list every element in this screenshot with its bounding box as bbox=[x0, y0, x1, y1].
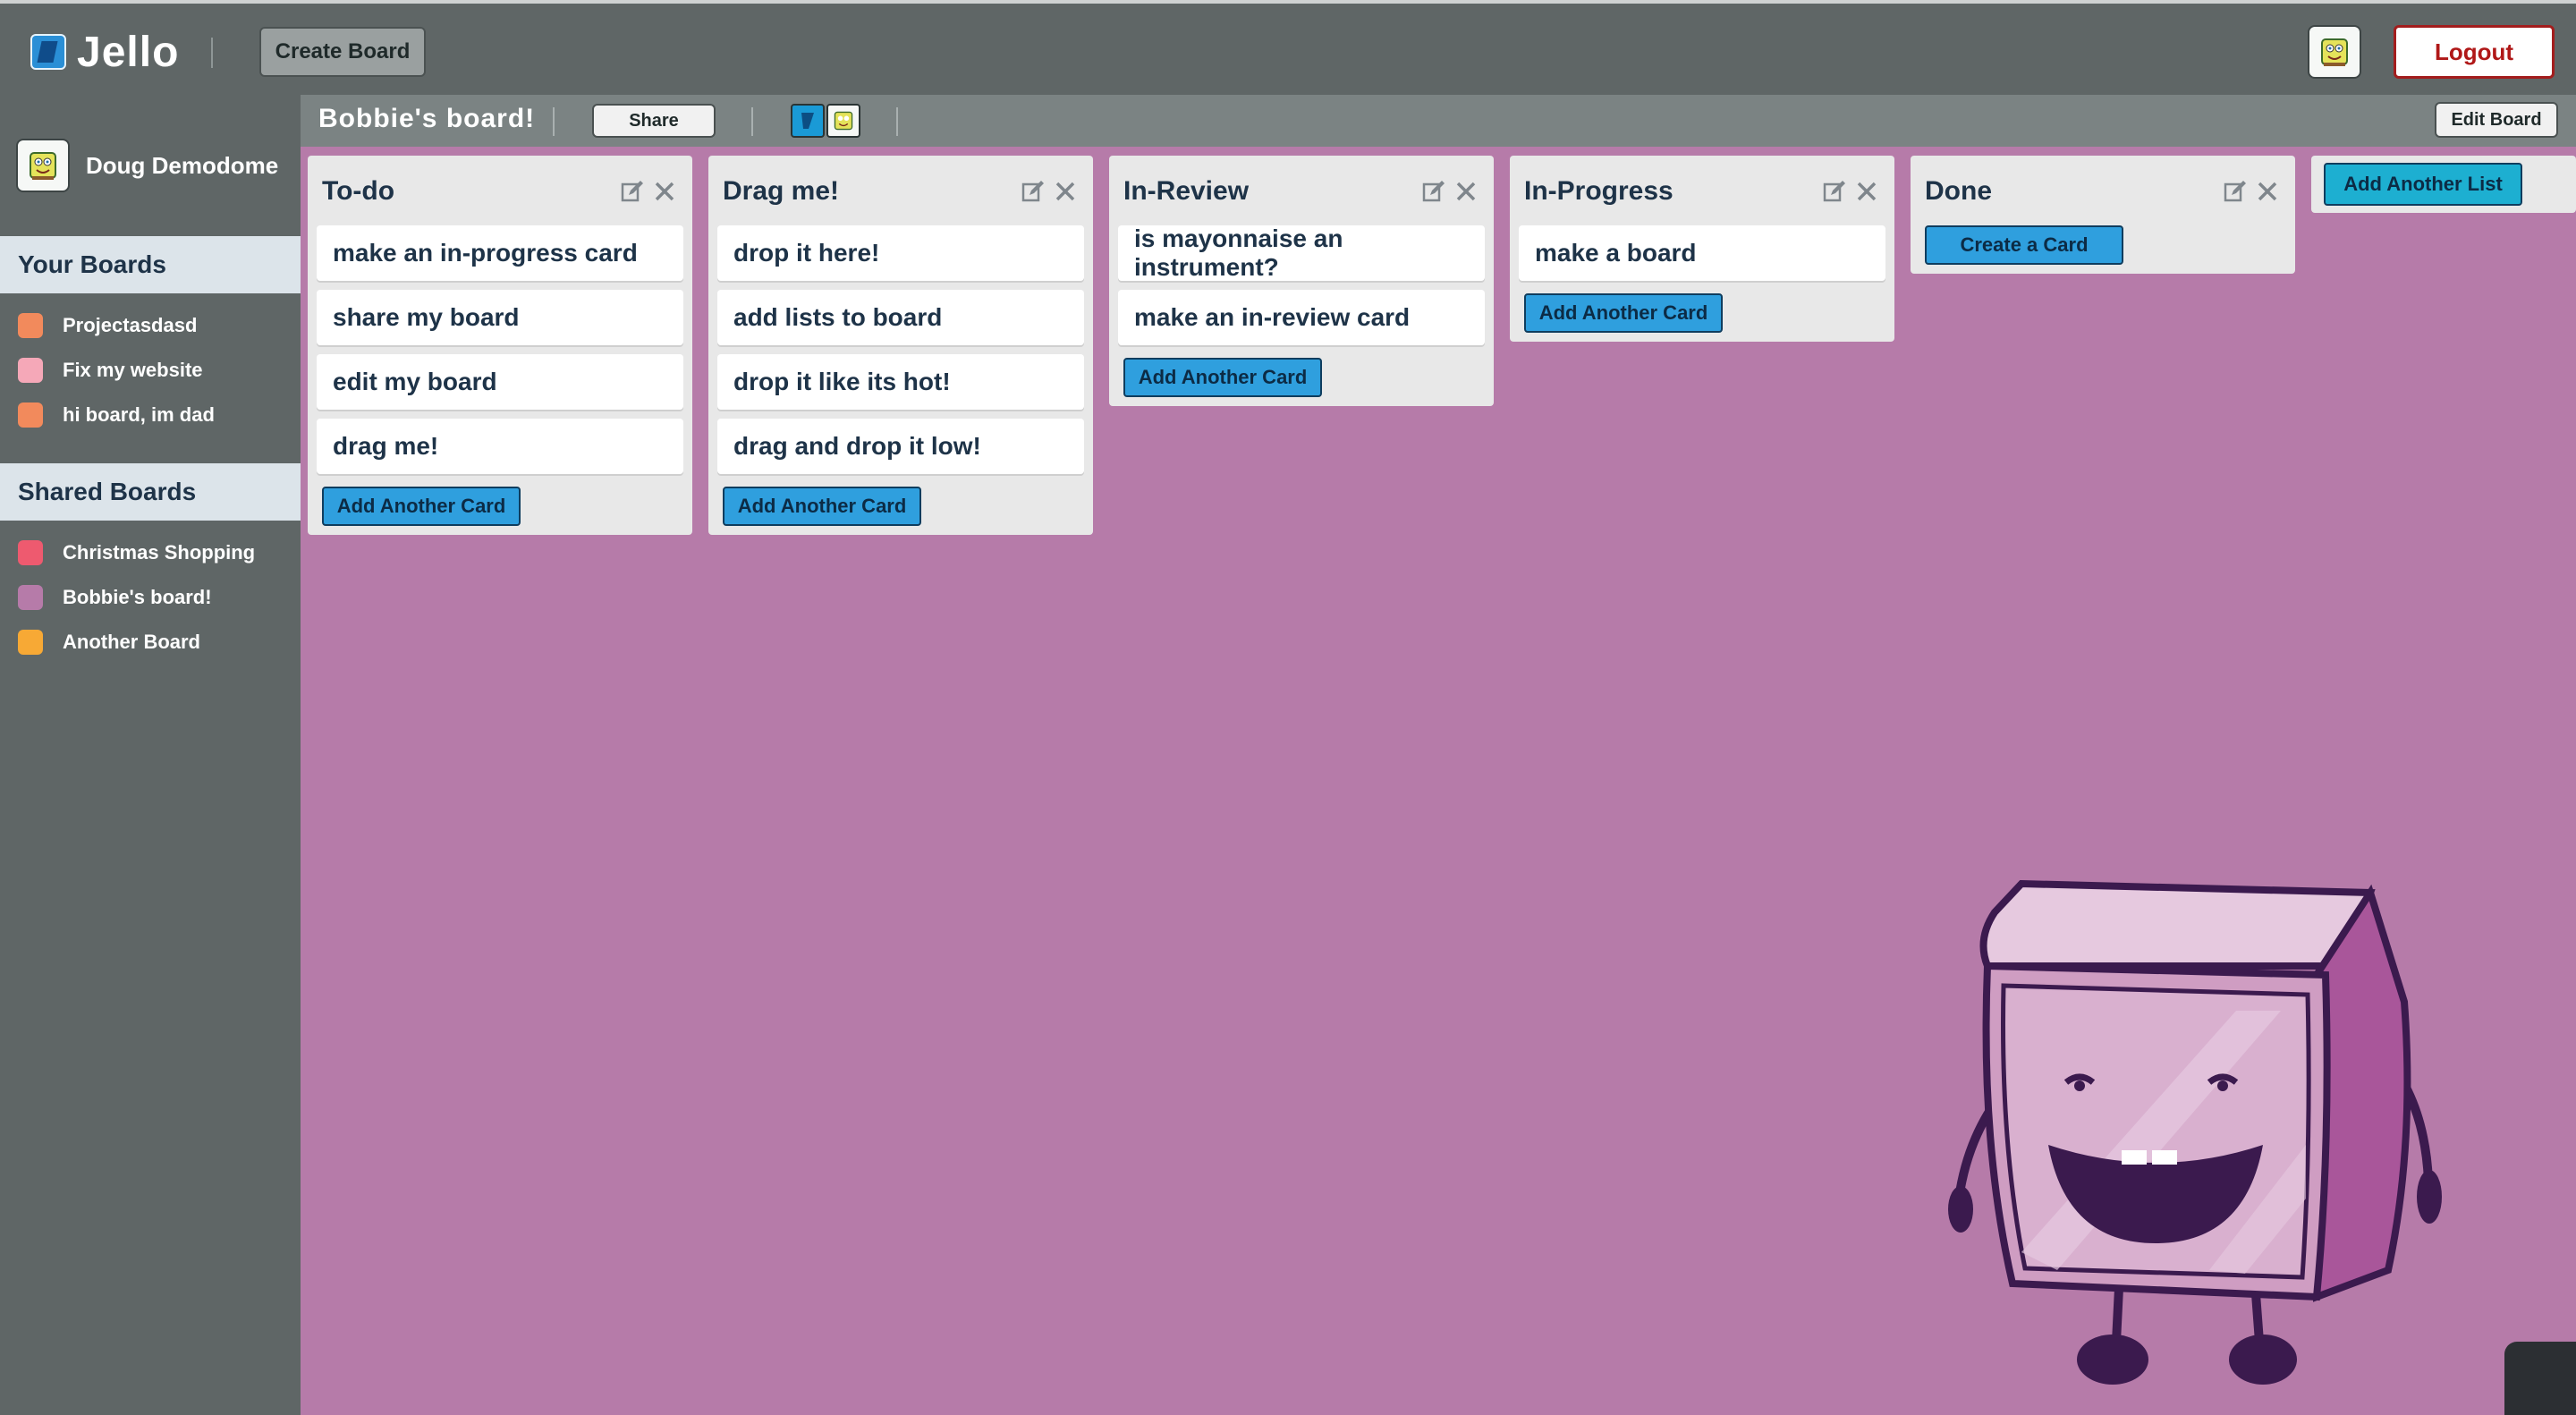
sidebar-board-hi-board[interactable]: hi board, im dad bbox=[18, 397, 215, 433]
divider bbox=[751, 107, 753, 136]
list-header: In-Review bbox=[1118, 166, 1485, 216]
board-color-swatch bbox=[18, 402, 43, 428]
your-boards-header: Your Boards bbox=[0, 236, 301, 293]
list-header: Done bbox=[1919, 166, 2286, 216]
create-card-button[interactable]: Create a Card bbox=[1925, 225, 2123, 265]
close-icon[interactable] bbox=[1052, 178, 1079, 205]
member-avatar[interactable] bbox=[791, 104, 825, 138]
app-name: Jello bbox=[77, 28, 180, 76]
board-link-label: Christmas Shopping bbox=[63, 541, 256, 563]
create-board-button[interactable]: Create Board bbox=[259, 27, 426, 77]
edit-icon[interactable] bbox=[1821, 178, 1848, 205]
member-avatar[interactable] bbox=[826, 104, 860, 138]
list-title: Done bbox=[1925, 176, 1992, 206]
chat-widget-corner[interactable] bbox=[2504, 1342, 2576, 1415]
board-title: Bobbie's board! bbox=[318, 104, 536, 133]
close-icon[interactable] bbox=[2254, 178, 2281, 205]
card[interactable]: add lists to board bbox=[717, 290, 1084, 345]
sponge-avatar-icon bbox=[30, 152, 56, 180]
sidebar-board-fix-my-website[interactable]: Fix my website bbox=[18, 352, 203, 388]
share-button[interactable]: Share bbox=[592, 104, 716, 138]
board-link-label: hi board, im dad bbox=[63, 403, 215, 426]
sponge-avatar-icon bbox=[834, 111, 853, 131]
list-tools bbox=[1821, 178, 1880, 205]
jello-mascot-illustration bbox=[1948, 879, 2442, 1385]
close-icon[interactable] bbox=[1453, 178, 1479, 205]
card[interactable]: edit my board bbox=[317, 354, 683, 410]
close-icon[interactable] bbox=[1853, 178, 1880, 205]
add-another-card-button[interactable]: Add Another Card bbox=[723, 487, 921, 526]
card[interactable]: drag me! bbox=[317, 419, 683, 474]
sidebar-board-projectasdasd[interactable]: Projectasdasd bbox=[18, 308, 197, 343]
board-link-label: Another Board bbox=[63, 631, 200, 653]
card[interactable]: make an in-progress card bbox=[317, 225, 683, 281]
sidebar: Doug Demodome Your Boards Projectasdasd … bbox=[0, 95, 301, 1415]
card[interactable]: drag and drop it low! bbox=[717, 419, 1084, 474]
edit-icon[interactable] bbox=[2222, 178, 2249, 205]
add-another-card-button[interactable]: Add Another Card bbox=[1123, 358, 1322, 397]
divider bbox=[896, 107, 898, 136]
divider bbox=[211, 38, 213, 68]
sidebar-board-christmas-shopping[interactable]: Christmas Shopping bbox=[18, 535, 255, 571]
edit-icon[interactable] bbox=[1420, 178, 1447, 205]
list-title: In-Progress bbox=[1524, 176, 1674, 206]
list-tools bbox=[619, 178, 678, 205]
divider bbox=[553, 107, 555, 136]
card[interactable]: make a board bbox=[1519, 225, 1885, 281]
avatar[interactable] bbox=[2308, 25, 2361, 79]
board-color-swatch bbox=[18, 313, 43, 338]
shared-boards-header: Shared Boards bbox=[0, 463, 301, 521]
list-tools bbox=[1020, 178, 1079, 205]
board-list[interactable]: To-do make an in-progress card share my bo… bbox=[308, 156, 692, 535]
card[interactable]: drop it here! bbox=[717, 225, 1084, 281]
list-title: In-Review bbox=[1123, 176, 1250, 206]
sidebar-board-bobbies-board[interactable]: Bobbie's board! bbox=[18, 580, 212, 615]
add-another-list-button[interactable]: Add Another List bbox=[2324, 163, 2522, 206]
board-list[interactable]: Drag me! drop it here! add lists to board d… bbox=[708, 156, 1093, 535]
card[interactable]: is mayonnaise an instrument? bbox=[1118, 225, 1485, 281]
sponge-avatar-icon bbox=[2321, 38, 2348, 66]
list-header: To-do bbox=[317, 166, 683, 216]
close-icon[interactable] bbox=[651, 178, 678, 205]
edit-icon[interactable] bbox=[1020, 178, 1046, 205]
jello-logo-icon bbox=[30, 34, 66, 70]
list-title: To-do bbox=[322, 176, 395, 206]
top-navbar: Jello Create Board Logout bbox=[0, 0, 2576, 95]
list-tools bbox=[1420, 178, 1479, 205]
board-list[interactable]: In-Review is mayonnaise an instrument? mak… bbox=[1109, 156, 1494, 406]
list-header: Drag me! bbox=[717, 166, 1084, 216]
board-color-swatch bbox=[18, 540, 43, 565]
board-color-swatch bbox=[18, 585, 43, 610]
add-another-card-button[interactable]: Add Another Card bbox=[322, 487, 521, 526]
board-link-label: Projectasdasd bbox=[63, 314, 198, 336]
sidebar-board-another-board[interactable]: Another Board bbox=[18, 624, 200, 660]
list-title: Drag me! bbox=[723, 176, 840, 206]
jello-logo-icon bbox=[801, 113, 814, 129]
edit-board-button[interactable]: Edit Board bbox=[2435, 102, 2558, 138]
board-header: Bobbie's board! Share Edit Board bbox=[301, 95, 2576, 147]
card[interactable]: make an in-review card bbox=[1118, 290, 1485, 345]
board-list[interactable]: In-Progress make a board Add Another Card bbox=[1510, 156, 1894, 342]
avatar bbox=[16, 139, 70, 192]
app-logo[interactable]: Jello bbox=[30, 27, 179, 77]
list-header: In-Progress bbox=[1519, 166, 1885, 216]
card[interactable]: share my board bbox=[317, 290, 683, 345]
edit-icon[interactable] bbox=[619, 178, 646, 205]
user-profile[interactable]: Doug Demodome bbox=[16, 138, 278, 193]
board-color-swatch bbox=[18, 630, 43, 655]
board-link-label: Bobbie's board! bbox=[63, 586, 212, 608]
add-another-card-button[interactable]: Add Another Card bbox=[1524, 293, 1723, 333]
list-tools bbox=[2222, 178, 2281, 205]
card[interactable]: drop it like its hot! bbox=[717, 354, 1084, 410]
user-name: Doug Demodome bbox=[86, 151, 279, 179]
board-color-swatch bbox=[18, 358, 43, 383]
board-link-label: Fix my website bbox=[63, 359, 203, 381]
logout-button[interactable]: Logout bbox=[2394, 25, 2555, 79]
board-list[interactable]: Done Create a Card bbox=[1911, 156, 2295, 274]
